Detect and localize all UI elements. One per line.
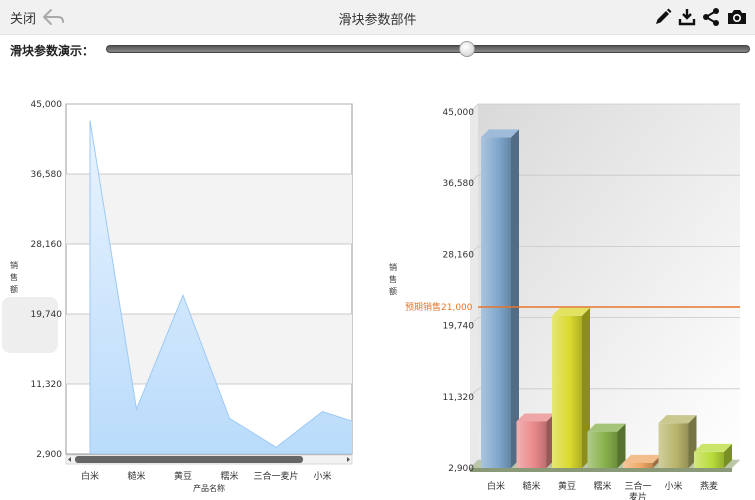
bar — [481, 129, 519, 468]
bar-x-tick-label: 白米 — [487, 480, 505, 492]
bar-front — [516, 421, 547, 468]
bar-plot-floor-edge — [470, 468, 732, 472]
bar-x-tick-label: 小米 — [664, 480, 682, 492]
bar-y-tick-label: 11,320 — [443, 393, 475, 403]
bar-front — [623, 462, 653, 468]
bar-front — [587, 431, 618, 468]
bar — [694, 443, 732, 468]
bar — [587, 423, 626, 468]
target-label: 预期销售21,000 — [405, 301, 473, 313]
bar-x-tick-label: 燕麦 — [700, 480, 718, 492]
bar-y-axis-title-char-1: 销 — [389, 262, 397, 272]
bar — [552, 307, 590, 468]
bar-x-tick-label-wrap: 麦片 — [629, 491, 647, 500]
bar — [516, 413, 555, 468]
bar-y-tick-label: 28,160 — [443, 250, 475, 260]
bar-x-tick-label: 糯米 — [593, 480, 611, 492]
bar — [658, 415, 697, 468]
bar-chart: 预期销售21,000 45,000 36,580 28,160 19,740 11,32… — [389, 103, 740, 500]
bar-side — [511, 129, 519, 468]
bar-x-tick-label: 黄豆 — [558, 480, 576, 492]
bar-y-tick-label: 36,580 — [443, 179, 475, 189]
bar-y-tick-label: 19,740 — [443, 322, 475, 332]
bar-y-axis-title-char-3: 额 — [389, 286, 397, 296]
bar-y-tick-label: 45,000 — [443, 108, 475, 118]
bar-front — [694, 451, 724, 468]
bar-y-tick-label: 2,900 — [448, 464, 474, 474]
bar-y-axis-title-char-2: 售 — [389, 274, 397, 284]
bar-x-tick-label: 三合一 — [624, 480, 651, 492]
bar-front — [481, 137, 511, 468]
bar-x-tick-label: 糙米 — [522, 480, 540, 492]
bar-front — [552, 315, 582, 468]
bar-front — [658, 423, 689, 468]
bar-plot-side-wall — [470, 104, 478, 468]
